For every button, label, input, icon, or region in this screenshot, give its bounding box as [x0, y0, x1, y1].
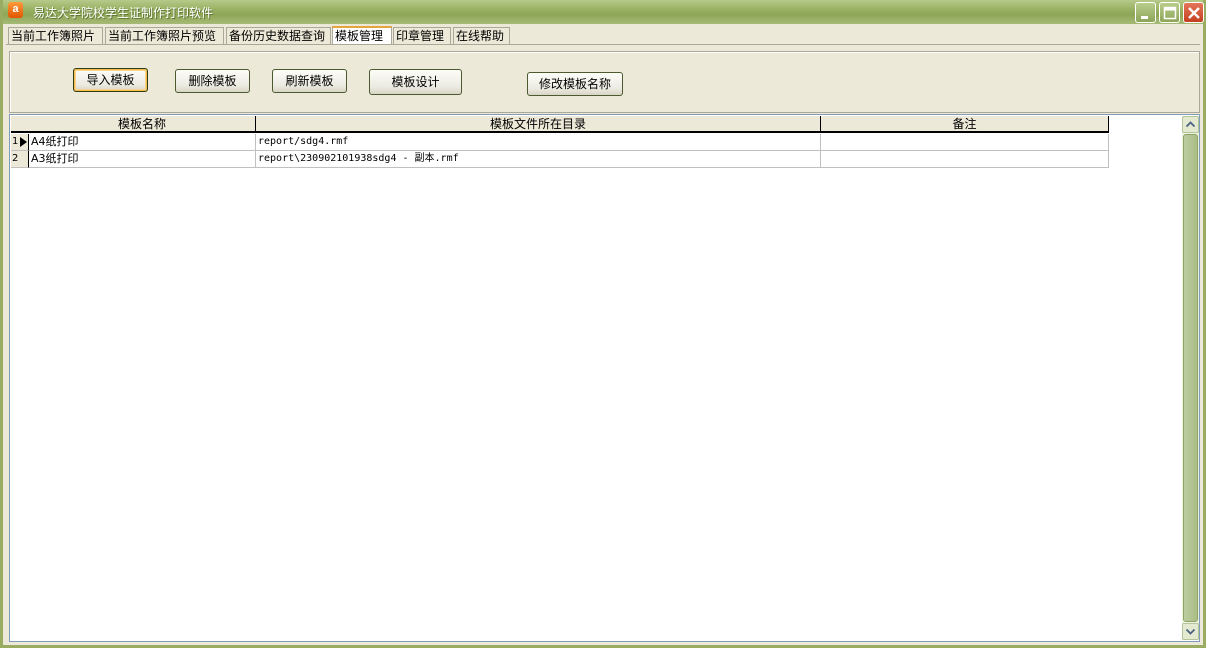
window-title: 易达大学院校学生证制作打印软件	[33, 6, 214, 20]
cell-template-note[interactable]	[821, 151, 1109, 168]
tab-history-query[interactable]: 备份历史数据查询	[226, 27, 331, 44]
maximize-icon	[1163, 6, 1177, 20]
row-header-1[interactable]: 1	[11, 134, 29, 151]
scroll-thumb[interactable]	[1183, 134, 1198, 622]
current-row-arrow-icon	[20, 137, 27, 147]
minimize-icon	[1141, 16, 1148, 19]
cell-template-note[interactable]	[821, 134, 1109, 151]
import-template-button[interactable]: 导入模板	[73, 68, 148, 92]
cell-template-path[interactable]: report/sdg4.rmf	[256, 134, 821, 151]
rename-template-button[interactable]: 修改模板名称	[527, 72, 623, 96]
app-logo-icon: a	[8, 2, 23, 18]
chevron-up-icon	[1185, 121, 1196, 128]
cell-template-name[interactable]: A4纸打印	[29, 134, 256, 151]
toolbar-panel: 导入模板 删除模板 刷新模板 模板设计 修改模板名称	[9, 51, 1200, 113]
grid-corner	[11, 116, 30, 133]
chevron-down-icon	[1185, 628, 1196, 635]
design-template-button[interactable]: 模板设计	[369, 69, 462, 95]
refresh-template-button[interactable]: 刷新模板	[272, 69, 347, 93]
tab-template-management[interactable]: 模板管理	[332, 26, 392, 44]
scroll-up-button[interactable]	[1182, 116, 1199, 133]
column-header-name[interactable]: 模板名称	[29, 116, 256, 133]
tab-online-help[interactable]: 在线帮助	[453, 27, 510, 44]
tab-photo-preview[interactable]: 当前工作簿照片预览	[105, 27, 224, 44]
close-icon	[1188, 7, 1200, 19]
column-header-path[interactable]: 模板文件所在目录	[256, 116, 821, 133]
tab-current-workbook-photos[interactable]: 当前工作簿照片	[8, 27, 103, 44]
maximize-button[interactable]	[1159, 2, 1180, 23]
tab-divider	[6, 44, 1200, 45]
scroll-down-button[interactable]	[1182, 623, 1199, 640]
minimize-button[interactable]	[1135, 2, 1156, 23]
delete-template-button[interactable]: 删除模板	[175, 69, 250, 93]
cell-template-name[interactable]: A3纸打印	[29, 151, 256, 168]
row-header-2[interactable]: 2	[11, 151, 29, 168]
close-button[interactable]	[1183, 2, 1204, 23]
vertical-scrollbar[interactable]	[1182, 116, 1199, 640]
row-index: 2	[12, 153, 19, 164]
template-grid[interactable]: 模板名称 模板文件所在目录 备注 1 A4纸打印 report/sdg4.rmf…	[9, 114, 1200, 642]
tab-seal-management[interactable]: 印章管理	[393, 27, 451, 44]
column-header-note[interactable]: 备注	[821, 116, 1109, 133]
tab-strip: 当前工作簿照片 当前工作簿照片预览 备份历史数据查询 模板管理 印章管理 在线帮…	[6, 26, 1200, 45]
row-index: 1	[12, 136, 19, 147]
cell-template-path[interactable]: report\230902101938sdg4 - 副本.rmf	[256, 151, 821, 168]
title-bar[interactable]: a 易达大学院校学生证制作打印软件	[3, 0, 1204, 24]
app-window: a 易达大学院校学生证制作打印软件 当前工作簿照片 当前工作簿照片预览 备份历史…	[0, 0, 1206, 648]
